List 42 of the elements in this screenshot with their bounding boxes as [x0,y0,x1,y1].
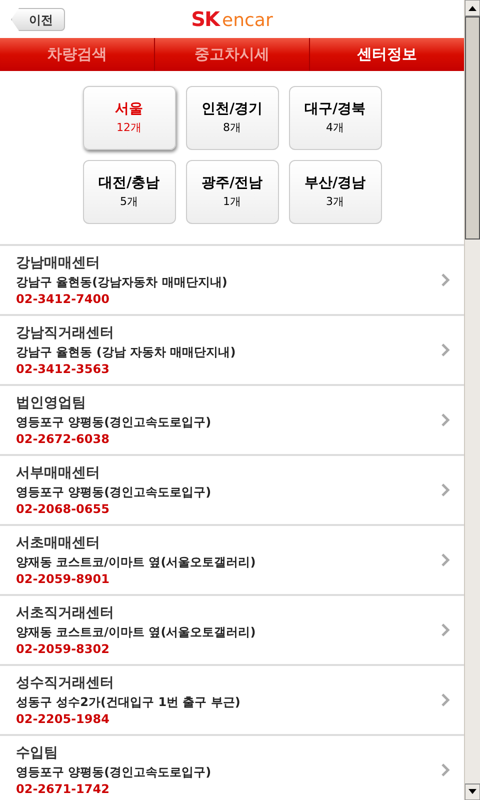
center-phone: 02-2059-8302 [16,640,110,658]
center-name: 서부매매센터 [16,464,101,482]
center-phone: 02-2671-1742 [16,780,110,798]
center-name: 성수직거래센터 [16,674,115,692]
center-address: 영등포구 양평동(경인고속도로입구) [16,414,212,430]
chevron-icon [441,763,450,777]
back-button[interactable]: 이전 [11,8,65,31]
logo: SKencar [191,8,273,30]
region-button[interactable]: 대구/경북 4개 [288,86,382,150]
chevron-icon [441,343,450,357]
chevron-icon [441,483,450,497]
chevron-icon [441,623,450,637]
center-name: 강남매매센터 [16,254,101,272]
center-phone: 02-2205-1984 [16,710,110,728]
region-button[interactable]: 부산/경남 3개 [288,160,382,224]
chevron-icon [441,273,450,287]
tab[interactable]: 센터정보 [310,38,464,71]
center-phone: 02-2068-0655 [16,500,110,518]
center-address: 영등포구 양평동(경인고속도로입구) [16,764,212,780]
center-name: 서초매매센터 [16,534,101,552]
center-address: 성동구 성수2가(건대입구 1번 출구 부근) [16,694,242,710]
center-name: 수입팀 [16,744,59,762]
center-address: 강남구 율현동 (강남 자동차 매매단지내) [16,344,237,360]
region-button[interactable]: 광주/전남 1개 [186,160,278,224]
center-address: 양재동 코스트코/이마트 옆(서울오토갤러리) [16,554,257,570]
center-phone: 02-2672-6038 [16,430,110,448]
center-address: 영등포구 양평동(경인고속도로입구) [16,484,212,500]
center-name: 강남직거래센터 [16,324,115,342]
region-button[interactable]: 인천/경기 8개 [186,86,278,150]
scrollbar[interactable] [464,0,480,800]
center-phone: 02-2059-8901 [16,570,110,588]
region-button[interactable]: 대전/충남 5개 [82,160,176,224]
center-address: 양재동 코스트코/이마트 옆(서울오토갤러리) [16,624,257,640]
chevron-icon [441,693,450,707]
center-name: 법인영업팀 [16,394,87,412]
chevron-icon [441,413,450,427]
center-name: 서초직거래센터 [16,604,115,622]
center-phone: 02-3412-7400 [16,290,110,308]
center-phone: 02-3412-3563 [16,360,110,378]
chevron-icon [441,553,450,567]
region-button[interactable]: 서울 12개 [82,86,176,150]
center-address: 강남구 율현동(강남자동차 매매단지내) [16,274,228,290]
